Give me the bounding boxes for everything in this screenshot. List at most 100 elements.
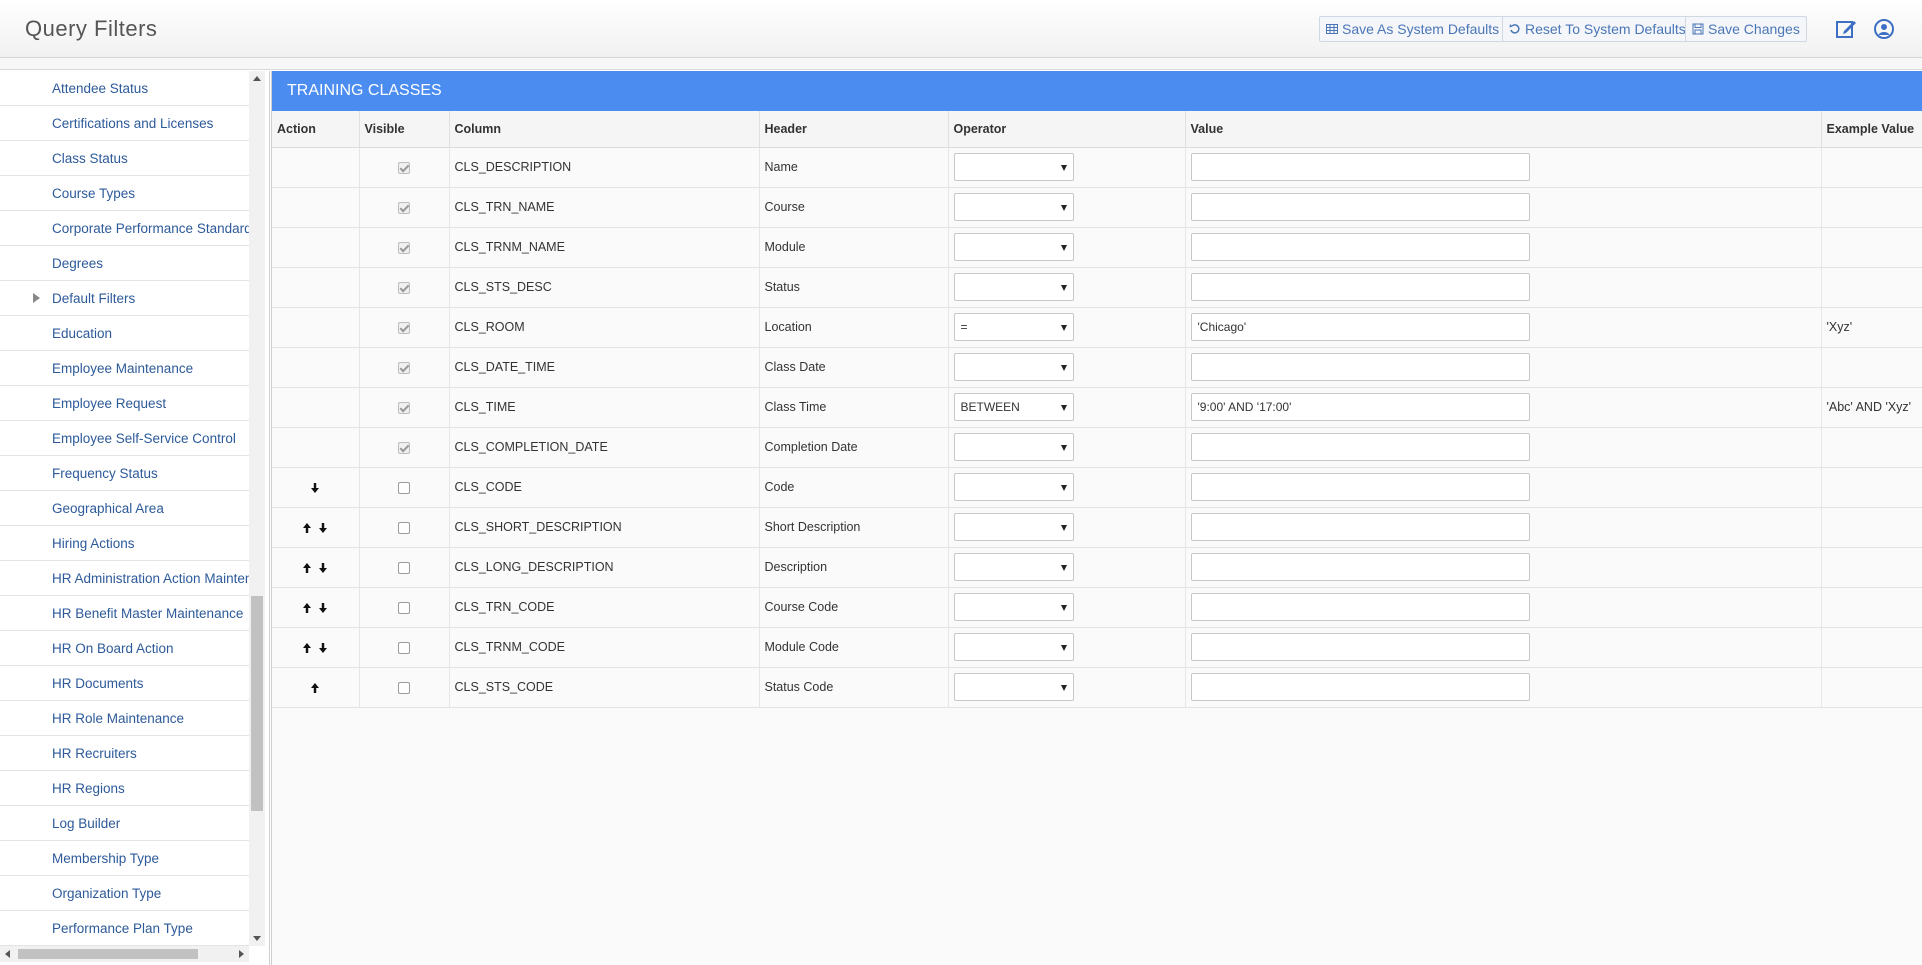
edit-icon[interactable] [1834,17,1858,41]
operator-select[interactable] [953,433,1074,461]
operator-select[interactable] [953,153,1074,181]
operator-select[interactable] [953,553,1074,581]
value-input[interactable] [1190,353,1530,381]
move-up-icon[interactable] [301,602,313,614]
header-divider [0,58,1922,70]
move-down-icon[interactable] [317,642,329,654]
value-input[interactable] [1190,473,1530,501]
operator-select[interactable] [953,233,1074,261]
save-as-system-defaults-button[interactable]: Save As System Defaults [1319,16,1507,42]
visible-checkbox[interactable] [398,561,410,574]
operator-select[interactable]: = [953,313,1074,341]
move-up-icon[interactable] [309,682,321,694]
move-down-icon[interactable] [317,602,329,614]
move-down-icon[interactable] [317,562,329,574]
sidebar-item[interactable]: HR Recruiters [0,736,249,771]
operator-select[interactable] [953,473,1074,501]
action-cell [272,547,360,588]
sidebar-item[interactable]: HR Benefit Master Maintenance [0,596,249,631]
sidebar-horizontal-scrollbar[interactable] [0,946,249,962]
visible-checkbox[interactable] [398,361,410,374]
filters-table: Action Visible Column Header Operator Va… [272,111,1922,708]
caret-right-icon[interactable] [33,293,40,303]
sidebar-item[interactable]: Frequency Status [0,456,249,491]
reset-to-system-defaults-button[interactable]: Reset To System Defaults [1502,16,1693,42]
value-input[interactable] [1190,513,1530,541]
scrollbar-thumb[interactable] [251,596,263,811]
move-up-icon[interactable] [301,642,313,654]
sidebar-item[interactable]: HR Regions [0,771,249,806]
visible-checkbox[interactable] [398,281,410,294]
scroll-down-icon[interactable] [253,936,261,941]
sidebar-item[interactable]: Performance Plan Type [0,911,249,946]
sidebar-item[interactable]: Employee Request [0,386,249,421]
sidebar-item[interactable]: Log Builder [0,806,249,841]
value-input[interactable] [1190,233,1530,261]
operator-select[interactable] [953,273,1074,301]
move-down-icon[interactable] [309,482,321,494]
value-input[interactable] [1190,593,1530,621]
scroll-left-icon[interactable] [5,950,10,958]
user-icon[interactable] [1872,17,1896,41]
visible-checkbox[interactable] [398,201,410,214]
save-changes-button[interactable]: Save Changes [1685,16,1807,42]
sidebar-item[interactable]: Default Filters [0,281,249,316]
value-input[interactable]: '9:00' AND '17:00' [1190,393,1530,421]
sidebar-item[interactable]: Education [0,316,249,351]
operator-select[interactable]: BETWEEN [953,393,1074,421]
sidebar-item[interactable]: Employee Maintenance [0,351,249,386]
sidebar-item[interactable]: Organization Type [0,876,249,911]
value-input[interactable] [1190,273,1530,301]
visible-checkbox[interactable] [398,161,410,174]
operator-select[interactable] [953,593,1074,621]
move-up-icon[interactable] [301,522,313,534]
operator-select[interactable] [953,193,1074,221]
visible-checkbox[interactable] [398,601,410,614]
move-down-icon[interactable] [317,522,329,534]
value-cell [1185,627,1822,668]
sidebar-item[interactable]: HR Documents [0,666,249,701]
value-input[interactable] [1190,433,1530,461]
visible-cell [359,187,450,228]
visible-checkbox[interactable] [398,481,410,494]
visible-checkbox[interactable] [398,321,410,334]
value-input[interactable] [1190,553,1530,581]
sidebar-vertical-scrollbar[interactable] [249,71,265,946]
value-input[interactable] [1190,193,1530,221]
reset-to-system-defaults-label: Reset To System Defaults [1525,21,1686,37]
sidebar-item[interactable]: Membership Type [0,841,249,876]
operator-select[interactable] [953,673,1074,701]
sidebar-item[interactable]: Course Types [0,176,249,211]
sidebar-item[interactable]: Geographical Area [0,491,249,526]
scroll-up-icon[interactable] [253,76,261,81]
scrollbar-thumb[interactable] [18,949,198,959]
value-input[interactable]: 'Chicago' [1190,313,1530,341]
sidebar-item[interactable]: Degrees [0,246,249,281]
header-cell: Short Description [759,507,949,548]
visible-checkbox[interactable] [398,641,410,654]
visible-checkbox[interactable] [398,521,410,534]
operator-cell [948,467,1186,508]
sidebar-item[interactable]: HR Administration Action Maintena [0,561,249,596]
visible-checkbox[interactable] [398,681,410,694]
sidebar-item[interactable]: Attendee Status [0,71,249,106]
operator-select[interactable] [953,633,1074,661]
scroll-right-icon[interactable] [239,950,244,958]
visible-checkbox[interactable] [398,401,410,414]
sidebar-item[interactable]: HR On Board Action [0,631,249,666]
operator-select[interactable] [953,513,1074,541]
sidebar-item[interactable]: Class Status [0,141,249,176]
operator-select[interactable] [953,353,1074,381]
visible-checkbox[interactable] [398,241,410,254]
sidebar-item[interactable]: Employee Self-Service Control [0,421,249,456]
sidebar-item[interactable]: Corporate Performance Standards [0,211,249,246]
value-input[interactable] [1190,673,1530,701]
value-input[interactable] [1190,153,1530,181]
table-row: CLS_STS_CODE Status Code [272,667,1922,708]
sidebar-item[interactable]: Hiring Actions [0,526,249,561]
move-up-icon[interactable] [301,562,313,574]
visible-checkbox[interactable] [398,441,410,454]
sidebar-item[interactable]: HR Role Maintenance [0,701,249,736]
value-input[interactable] [1190,633,1530,661]
sidebar-item[interactable]: Certifications and Licenses [0,106,249,141]
